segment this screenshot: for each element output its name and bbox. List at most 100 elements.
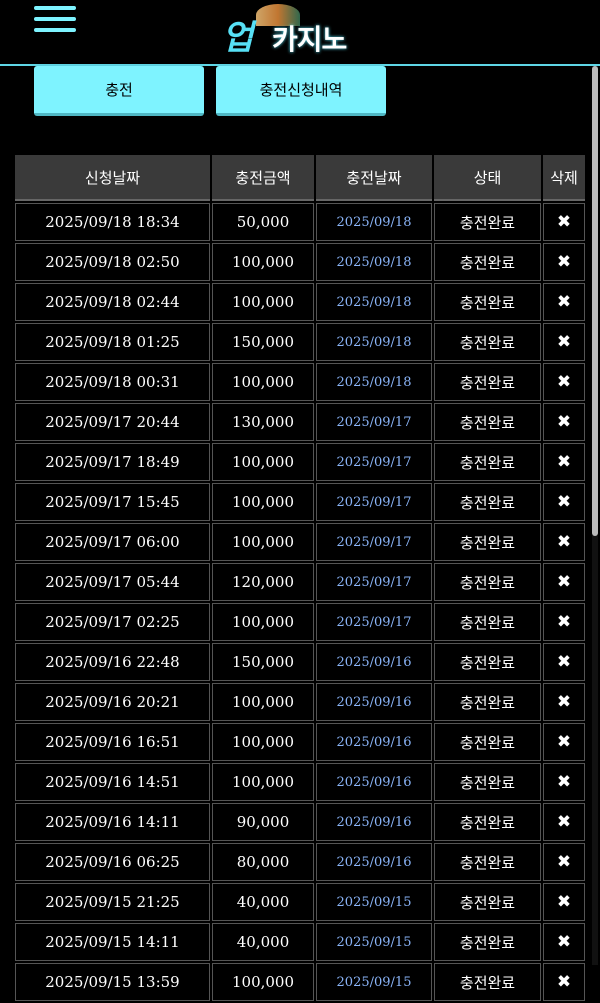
charge-amount-cell: 80,000 [212, 843, 314, 881]
delete-icon[interactable]: ✖ [543, 283, 585, 321]
delete-icon[interactable]: ✖ [543, 763, 585, 801]
delete-icon[interactable]: ✖ [543, 843, 585, 881]
charge-history-button[interactable]: 충전신청내역 [216, 66, 386, 116]
status-cell: 충전완료 [434, 763, 541, 801]
hamburger-menu-icon[interactable] [34, 6, 76, 32]
charge-amount-cell: 100,000 [212, 723, 314, 761]
status-cell: 충전완료 [434, 643, 541, 681]
request-date-cell: 2025/09/18 01:25 [15, 323, 210, 361]
delete-icon[interactable]: ✖ [543, 203, 585, 241]
status-cell: 충전완료 [434, 523, 541, 561]
status-cell: 충전완료 [434, 443, 541, 481]
table-row: 2025/09/16 14:11 90,000 2025/09/16 충전완료 ✖ [15, 803, 585, 841]
table-row: 2025/09/18 02:44 100,000 2025/09/18 충전완료 ✖ [15, 283, 585, 321]
charge-date-link[interactable]: 2025/09/16 [316, 803, 432, 841]
charge-date-link[interactable]: 2025/09/17 [316, 603, 432, 641]
delete-icon[interactable]: ✖ [543, 963, 585, 1001]
charge-button[interactable]: 충전 [34, 66, 204, 116]
charge-date-link[interactable]: 2025/09/18 [316, 363, 432, 401]
charge-amount-cell: 100,000 [212, 683, 314, 721]
status-cell: 충전완료 [434, 483, 541, 521]
delete-icon[interactable]: ✖ [543, 523, 585, 561]
charge-date-link[interactable]: 2025/09/16 [316, 843, 432, 881]
delete-icon[interactable]: ✖ [543, 323, 585, 361]
charge-date-link[interactable]: 2025/09/18 [316, 243, 432, 281]
charge-date-link[interactable]: 2025/09/17 [316, 483, 432, 521]
delete-icon[interactable]: ✖ [543, 803, 585, 841]
table-row: 2025/09/17 18:49 100,000 2025/09/17 충전완료 ✖ [15, 443, 585, 481]
delete-icon[interactable]: ✖ [543, 443, 585, 481]
table-header-row: 신청날짜 충전금액 충전날짜 상태 삭제 [15, 155, 585, 201]
status-cell: 충전완료 [434, 603, 541, 641]
status-cell: 충전완료 [434, 363, 541, 401]
table-row: 2025/09/15 21:25 40,000 2025/09/15 충전완료 ✖ [15, 883, 585, 921]
charge-date-link[interactable]: 2025/09/15 [316, 963, 432, 1001]
charge-amount-cell: 130,000 [212, 403, 314, 441]
delete-icon[interactable]: ✖ [543, 403, 585, 441]
table-row: 2025/09/18 01:25 150,000 2025/09/18 충전완료 ✖ [15, 323, 585, 361]
charge-amount-cell: 100,000 [212, 763, 314, 801]
request-date-cell: 2025/09/17 06:00 [15, 523, 210, 561]
status-cell: 충전완료 [434, 323, 541, 361]
table-row: 2025/09/16 22:48 150,000 2025/09/16 충전완료 ✖ [15, 643, 585, 681]
request-date-cell: 2025/09/15 14:11 [15, 923, 210, 961]
table-row: 2025/09/16 06:25 80,000 2025/09/16 충전완료 ✖ [15, 843, 585, 881]
charge-date-link[interactable]: 2025/09/18 [316, 283, 432, 321]
charge-amount-cell: 100,000 [212, 363, 314, 401]
delete-icon[interactable]: ✖ [543, 923, 585, 961]
scrollbar-thumb[interactable] [592, 66, 598, 536]
delete-icon[interactable]: ✖ [543, 563, 585, 601]
table-row: 2025/09/17 05:44 120,000 2025/09/17 충전완료 ✖ [15, 563, 585, 601]
table-row: 2025/09/16 14:51 100,000 2025/09/16 충전완료 ✖ [15, 763, 585, 801]
delete-icon[interactable]: ✖ [543, 243, 585, 281]
delete-icon[interactable]: ✖ [543, 643, 585, 681]
charge-date-link[interactable]: 2025/09/17 [316, 523, 432, 561]
charge-date-link[interactable]: 2025/09/16 [316, 763, 432, 801]
request-date-cell: 2025/09/16 20:21 [15, 683, 210, 721]
delete-icon[interactable]: ✖ [543, 483, 585, 521]
status-cell: 충전완료 [434, 843, 541, 881]
status-cell: 충전완료 [434, 203, 541, 241]
status-cell: 충전완료 [434, 963, 541, 1001]
charge-date-link[interactable]: 2025/09/16 [316, 643, 432, 681]
charge-date-link[interactable]: 2025/09/16 [316, 683, 432, 721]
delete-icon[interactable]: ✖ [543, 603, 585, 641]
status-cell: 충전완료 [434, 683, 541, 721]
logo-mark: 업 [222, 18, 253, 58]
charge-date-link[interactable]: 2025/09/15 [316, 883, 432, 921]
request-date-cell: 2025/09/17 02:25 [15, 603, 210, 641]
request-date-cell: 2025/09/18 02:44 [15, 283, 210, 321]
header-status: 상태 [434, 155, 541, 201]
charge-date-link[interactable]: 2025/09/17 [316, 443, 432, 481]
delete-icon[interactable]: ✖ [543, 723, 585, 761]
status-cell: 충전완료 [434, 403, 541, 441]
request-date-cell: 2025/09/16 14:11 [15, 803, 210, 841]
request-date-cell: 2025/09/16 22:48 [15, 643, 210, 681]
charge-date-link[interactable]: 2025/09/17 [316, 563, 432, 601]
charge-amount-cell: 100,000 [212, 283, 314, 321]
top-bar: 업 카지노 [0, 0, 600, 66]
table-row: 2025/09/17 02:25 100,000 2025/09/17 충전완료 ✖ [15, 603, 585, 641]
charge-amount-cell: 150,000 [212, 323, 314, 361]
request-date-cell: 2025/09/17 05:44 [15, 563, 210, 601]
table-row: 2025/09/17 06:00 100,000 2025/09/17 충전완료 ✖ [15, 523, 585, 561]
logo[interactable]: 업 카지노 [222, 4, 382, 58]
table-row: 2025/09/16 16:51 100,000 2025/09/16 충전완료 ✖ [15, 723, 585, 761]
charge-date-link[interactable]: 2025/09/15 [316, 923, 432, 961]
charge-date-link[interactable]: 2025/09/17 [316, 403, 432, 441]
status-cell: 충전완료 [434, 803, 541, 841]
charge-amount-cell: 100,000 [212, 963, 314, 1001]
charge-amount-cell: 100,000 [212, 523, 314, 561]
delete-icon[interactable]: ✖ [543, 363, 585, 401]
charge-date-link[interactable]: 2025/09/18 [316, 323, 432, 361]
charge-amount-cell: 50,000 [212, 203, 314, 241]
charge-date-link[interactable]: 2025/09/18 [316, 203, 432, 241]
request-date-cell: 2025/09/18 18:34 [15, 203, 210, 241]
header-request-date: 신청날짜 [15, 155, 210, 201]
request-date-cell: 2025/09/15 13:59 [15, 963, 210, 1001]
delete-icon[interactable]: ✖ [543, 683, 585, 721]
table-row: 2025/09/18 02:50 100,000 2025/09/18 충전완료 ✖ [15, 243, 585, 281]
header-delete: 삭제 [543, 155, 585, 201]
delete-icon[interactable]: ✖ [543, 883, 585, 921]
charge-date-link[interactable]: 2025/09/16 [316, 723, 432, 761]
